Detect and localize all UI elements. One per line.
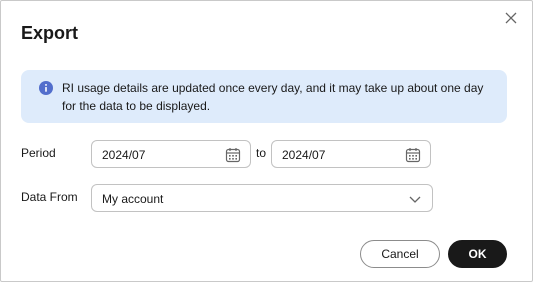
cancel-button[interactable]: Cancel xyxy=(360,240,440,268)
ok-button[interactable]: OK xyxy=(448,240,507,268)
calendar-icon xyxy=(225,148,241,163)
close-icon xyxy=(505,12,517,24)
period-label: Period xyxy=(21,146,56,160)
period-separator: to xyxy=(256,146,267,160)
dialog-title: Export xyxy=(21,23,79,43)
close-button[interactable] xyxy=(501,8,521,28)
chevron-down-icon xyxy=(409,196,421,203)
period-start-picker[interactable]: 2024/07 xyxy=(91,140,251,168)
export-dialog: Export RI usage details are updated once… xyxy=(0,0,533,282)
calendar-icon xyxy=(405,148,421,163)
info-icon xyxy=(39,81,53,95)
notice-text: RI usage details are updated once every … xyxy=(62,81,484,113)
period-start-value: 2024/07 xyxy=(102,148,146,162)
period-end-picker[interactable]: 2024/07 xyxy=(271,140,431,168)
data-from-value: My account xyxy=(102,192,164,206)
data-from-select[interactable]: My account xyxy=(91,184,433,212)
period-end-value: 2024/07 xyxy=(282,148,326,162)
data-from-label: Data From xyxy=(21,190,78,204)
info-notice: RI usage details are updated once every … xyxy=(21,70,507,123)
